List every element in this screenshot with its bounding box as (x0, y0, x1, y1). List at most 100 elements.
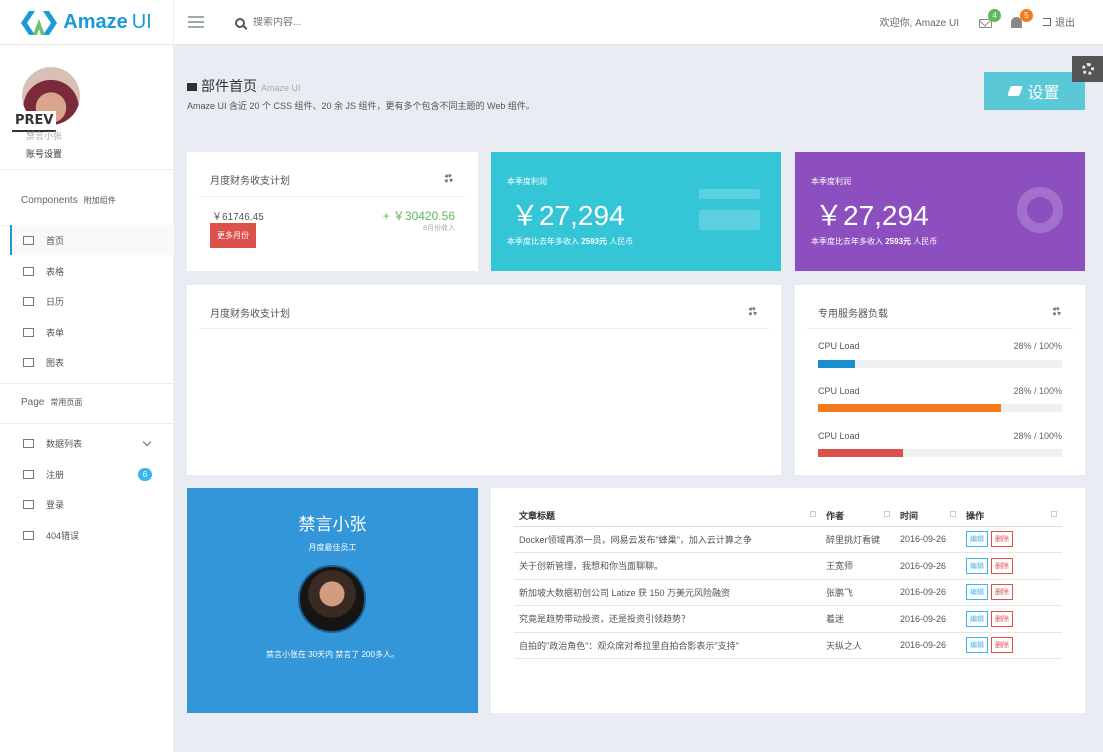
sidebar-item-calendar[interactable]: 日历 (10, 286, 174, 316)
article-title[interactable]: 新加坡大数据初创公司 Latize 获 150 万美元风险融资 (514, 579, 821, 606)
chevron-down-icon (142, 437, 152, 446)
stat-value: ￥27,294 (511, 200, 625, 231)
mail-badge: 4 (988, 8, 1001, 22)
more-months-button[interactable]: 更多月份 (210, 223, 256, 248)
delete-button[interactable]: 删除 (991, 531, 1013, 548)
article-title[interactable]: 自拍的"政治角色"：观众席对希拉里自拍合影表示"支持" (514, 632, 821, 659)
edit-button[interactable]: 编辑 (966, 637, 988, 654)
card-divider (807, 328, 1073, 329)
finance-card-title: 月度财务收支计划 (210, 176, 290, 187)
delete-button[interactable]: 删除 (991, 584, 1013, 601)
card-divider (199, 328, 769, 329)
sidebar-item-404[interactable]: 404错误 (10, 520, 174, 550)
profit-stat-card: 本季度利润 ￥27,294 本季度比去年多收入 2593元 人民币 (491, 152, 781, 271)
account-settings-link[interactable]: 账号设置 (26, 147, 62, 160)
sidebar-item-chart[interactable]: 图表 (10, 347, 174, 377)
card-divider (199, 196, 466, 197)
delete-button[interactable]: 删除 (991, 637, 1013, 654)
menu-toggle-icon[interactable] (188, 16, 204, 28)
article-date: 2016-09-26 (895, 526, 961, 553)
form-icon (23, 327, 34, 337)
lifebuoy-icon (1017, 187, 1063, 233)
calendar-icon (23, 296, 34, 306)
sidebar-divider (0, 423, 174, 424)
theme-settings-toggle[interactable] (1072, 56, 1103, 82)
gear-icon (1081, 63, 1094, 75)
finance-amount: ￥61746.45 (212, 212, 264, 223)
sidebar-item-form[interactable]: 表单 (10, 317, 174, 347)
employee-name: 禁言小张 (298, 515, 367, 534)
stat-label: 本季度利润 (507, 177, 547, 186)
sidebar-item-data-list[interactable]: 数据列表 (10, 428, 174, 458)
search-input[interactable] (253, 17, 453, 28)
stat-label: 本季度利润 (811, 177, 851, 186)
column-header-author[interactable]: 作者 (821, 506, 895, 527)
bar-chart-icon (23, 357, 34, 367)
edit-button[interactable]: 编辑 (966, 610, 988, 627)
load-value: 28% / 100% (1013, 341, 1062, 351)
messages-button[interactable]: 4 (979, 8, 1001, 29)
article-date: 2016-09-26 (895, 605, 961, 633)
stat-description: 本季度比去年多收入 2593元 人民币 (811, 237, 938, 246)
copy-icon (23, 469, 34, 479)
article-title[interactable]: 关于创新管理，我想和你当面聊聊。 (514, 552, 821, 580)
amaze-logo-icon (21, 10, 58, 35)
gear-icon[interactable] (1052, 307, 1061, 316)
logout-label: 退出 (1055, 18, 1075, 29)
articles-table: 文章标题 作者 时间 操作 Docker领域再添一员，网易云发布"蜂巢"，加入云… (514, 506, 1062, 659)
topbar-right: 欢迎你, Amaze UI 4 5 退出 (880, 8, 1075, 29)
sidebar-item-login[interactable]: 登录 (10, 489, 174, 519)
edit-button[interactable]: 编辑 (966, 557, 988, 574)
article-title[interactable]: 究竟是趋势带动投资，还是投资引领趋势？ (514, 605, 821, 633)
server-load-title: 专用服务器负载 (818, 309, 888, 320)
column-header-actions[interactable]: 操作 (961, 506, 1062, 527)
article-date: 2016-09-26 (895, 632, 961, 659)
load-value: 28% / 100% (1013, 386, 1062, 396)
employee-bio: 禁言小张在 30天内 禁言了 200多人。 (266, 650, 399, 659)
delete-button[interactable]: 删除 (991, 557, 1013, 574)
sidebar: PREV 禁言小张 账号设置 Components 附加组件 首页 表格 日历 表… (0, 45, 174, 752)
sidebar-item-home[interactable]: 首页 (10, 225, 174, 255)
table-row: 自拍的"政治角色"：观众席对希拉里自拍合影表示"支持" 天纵之人 2016-09-2… (514, 632, 1062, 659)
key-icon (23, 499, 34, 509)
finance-card: 月度财务收支计划 ￥61746.45 + ￥30420.56 8月份收入 更多月… (187, 152, 478, 271)
column-header-title[interactable]: 文章标题 (514, 506, 821, 527)
article-title[interactable]: Docker领域再添一员，网易云发布"蜂巢"，加入云计算之争 (514, 526, 821, 553)
finance-income: + ￥30420.56 (382, 209, 455, 223)
page-description: Amaze UI 含近 20 个 CSS 组件、20 余 JS 组件，更有多个包… (187, 101, 535, 111)
load-label: CPU Load (818, 386, 860, 396)
load-label: CPU Load (818, 341, 860, 351)
search-box (235, 17, 453, 28)
settings-button[interactable]: 设置 (984, 72, 1085, 110)
article-author: 醉里挑灯看键 (821, 526, 895, 553)
stat-value: ￥27,294 (815, 200, 929, 231)
edit-button[interactable]: 编辑 (966, 531, 988, 548)
sort-icon (1051, 511, 1057, 518)
gear-icon[interactable] (748, 307, 757, 316)
server-load-card: 专用服务器负载 CPU Load 28% / 100% CPU Load 28%… (795, 285, 1085, 475)
load-label: CPU Load (818, 431, 860, 441)
column-header-date[interactable]: 时间 (895, 506, 961, 527)
table-row: Docker领域再添一员，网易云发布"蜂巢"，加入云计算之争 醉里挑灯看键 2016… (514, 526, 1062, 553)
article-date: 2016-09-26 (895, 552, 961, 580)
employee-role: 月度最佳员工 (308, 543, 357, 552)
welcome-text[interactable]: 欢迎你, Amaze UI (880, 14, 959, 29)
sidebar-item-table[interactable]: 表格 (10, 256, 174, 286)
logout-link[interactable]: 退出 (1043, 14, 1075, 29)
profit-stat-card: 本季度利润 ￥27,294 本季度比去年多收入 2593元 人民币 (795, 152, 1085, 271)
brand-logo[interactable]: Amaze UI (0, 0, 174, 45)
finance-income-label: 8月份收入 (423, 225, 455, 232)
stat-description: 本季度比去年多收入 2593元 人民币 (507, 237, 634, 246)
sidebar-item-register[interactable]: 注册 6 (10, 459, 174, 489)
edit-button[interactable]: 编辑 (966, 584, 988, 601)
monitor-icon (23, 530, 34, 540)
components-title: Components 附加组件 (21, 195, 116, 206)
home-icon (187, 83, 197, 91)
sort-icon (950, 511, 956, 518)
brush-icon (1007, 86, 1024, 96)
gear-icon[interactable] (444, 174, 453, 183)
delete-button[interactable]: 删除 (991, 610, 1013, 627)
notifications-button[interactable]: 5 (1011, 8, 1033, 29)
sort-icon (810, 511, 816, 518)
table-row: 关于创新管理，我想和你当面聊聊。 王宽师 2016-09-26 编辑 删除 (514, 552, 1062, 580)
